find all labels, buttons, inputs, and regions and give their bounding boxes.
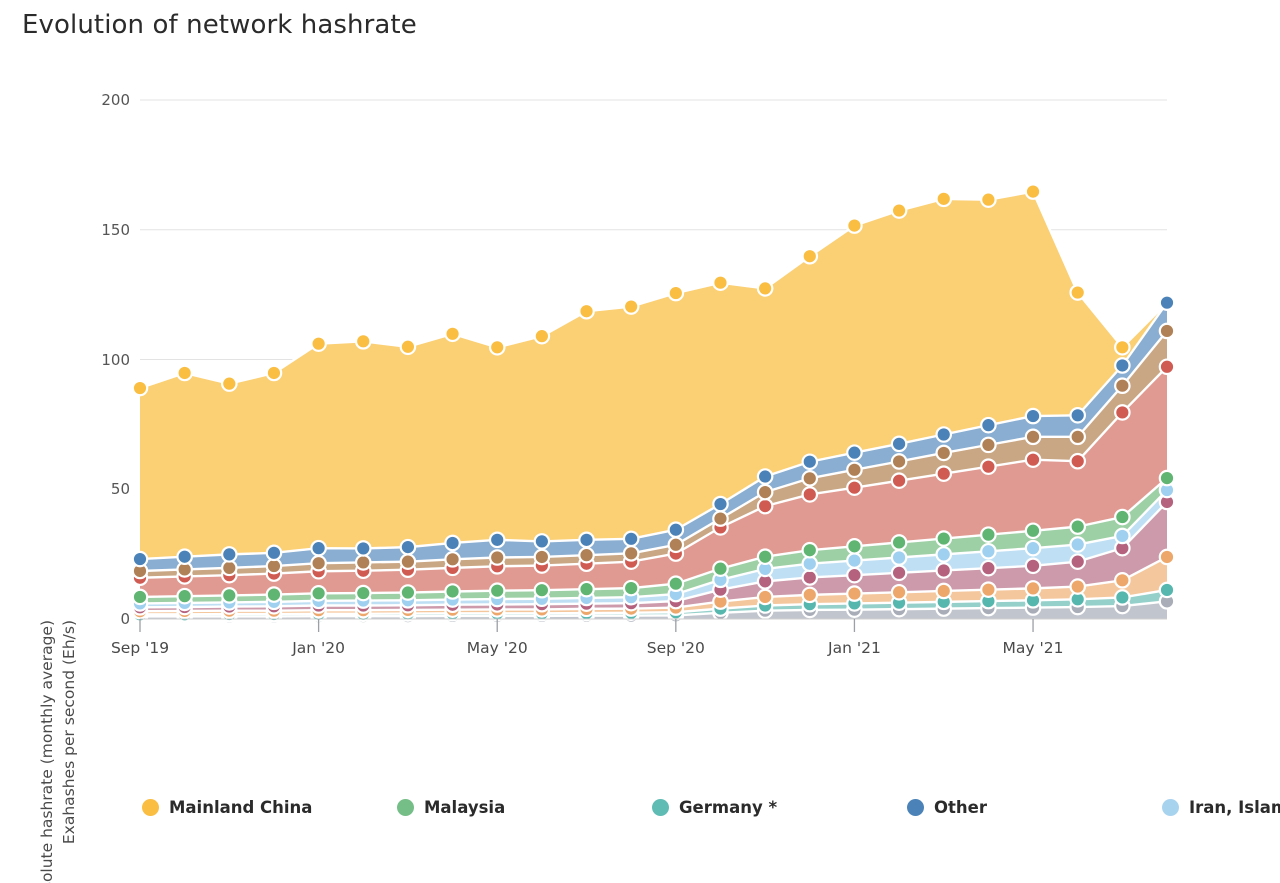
x-tick-label: Sep '19 — [111, 639, 169, 657]
legend-swatch-icon — [652, 799, 669, 816]
legend-swatch-icon — [1162, 799, 1179, 816]
legend-item[interactable]: Malaysia — [397, 795, 652, 819]
y-tick-label: 0 — [70, 610, 130, 628]
x-axis — [140, 619, 1167, 632]
legend-item-label: Germany * — [679, 798, 777, 817]
legend-swatch-icon — [142, 799, 159, 816]
x-tick-label: Sep '20 — [647, 639, 705, 657]
legend-item-label: Other — [934, 798, 987, 817]
chart-legend: Mainland ChinaMalaysiaGermany *OtherIran… — [142, 795, 1142, 819]
x-tick-label: Jan '21 — [828, 639, 881, 657]
legend-item[interactable]: Iran, Islamic Rep. — [1162, 795, 1280, 819]
y-tick-label: 100 — [70, 351, 130, 369]
stacked-areas — [140, 192, 1167, 619]
legend-item[interactable]: Germany * — [652, 795, 907, 819]
legend-item[interactable]: Mainland China — [142, 795, 397, 819]
x-tick-label: May '21 — [1003, 639, 1064, 657]
legend-item-label: Malaysia — [424, 798, 505, 817]
legend-item-label: Iran, Islamic Rep. — [1189, 798, 1280, 817]
legend-item[interactable]: Other — [907, 795, 1162, 819]
y-tick-label: 50 — [70, 480, 130, 498]
x-tick-label: Jan '20 — [292, 639, 345, 657]
x-tick-label: May '20 — [467, 639, 528, 657]
legend-item-label: Mainland China — [169, 798, 312, 817]
y-tick-label: 200 — [70, 91, 130, 109]
legend-swatch-icon — [397, 799, 414, 816]
hashrate-area-chart — [0, 0, 1280, 700]
legend-swatch-icon — [907, 799, 924, 816]
chart-page: Evolution of network hashrate Estimated … — [0, 0, 1280, 883]
y-tick-label: 150 — [70, 221, 130, 239]
